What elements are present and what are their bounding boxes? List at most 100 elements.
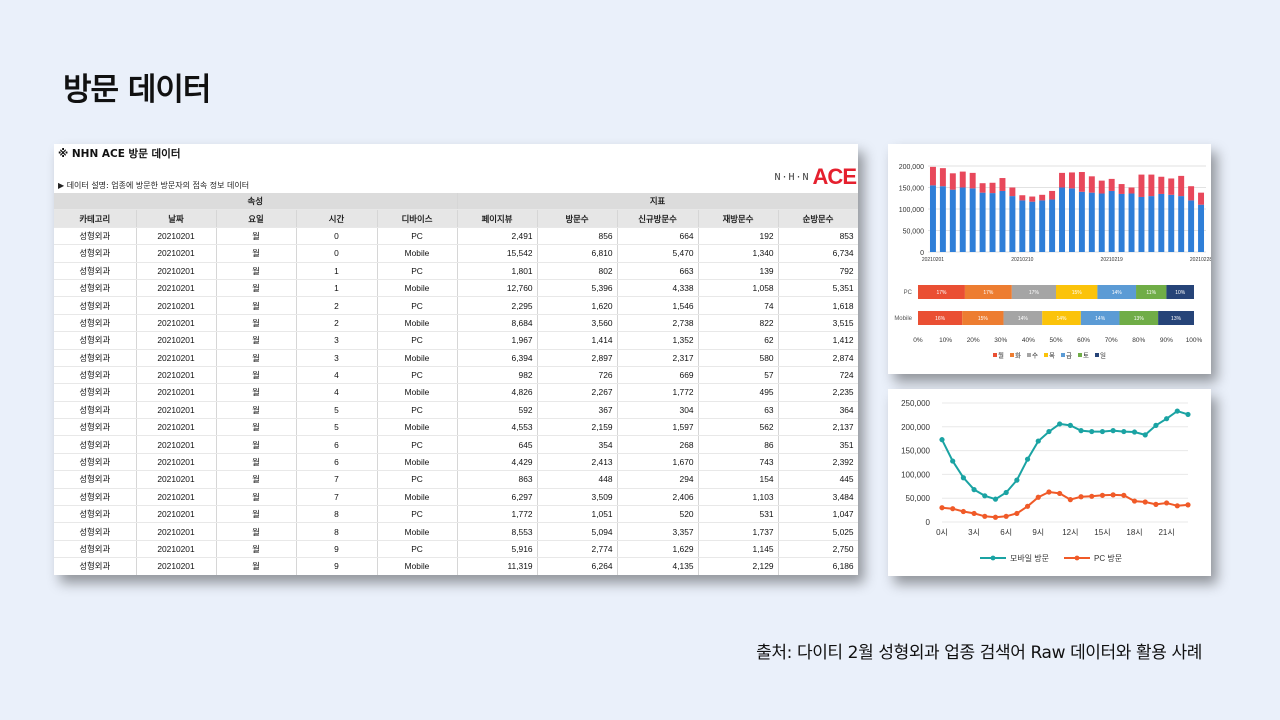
- bar-segment: [1049, 199, 1056, 252]
- y-tick-label: 200,000: [899, 164, 924, 171]
- bar-segment: [949, 173, 956, 190]
- data-point: [1003, 489, 1009, 496]
- legend-marker: [1074, 555, 1080, 561]
- table-cell: 86: [698, 435, 779, 454]
- column-header: 시간: [296, 209, 378, 228]
- data-point: [1121, 428, 1127, 435]
- data-point: [1067, 497, 1073, 503]
- table-cell: 724: [778, 366, 858, 385]
- table-cell: 월: [216, 470, 297, 489]
- table-cell: 월: [216, 557, 297, 575]
- data-point: [1164, 416, 1170, 422]
- table-cell: 669: [617, 366, 699, 385]
- table-cell: 8,553: [457, 522, 538, 541]
- data-point: [1078, 494, 1084, 500]
- segment-label: 13%: [1134, 316, 1145, 322]
- x-tick-label: 90%: [1160, 337, 1173, 344]
- legend-swatch: [1027, 353, 1031, 357]
- x-tick-label: 0시: [936, 528, 948, 537]
- table-cell: 20210201: [136, 522, 217, 541]
- table-cell: 1,414: [537, 331, 618, 350]
- bar-segment: [1148, 174, 1155, 197]
- table-cell: 성형외과: [54, 435, 137, 454]
- table-cell: 3: [296, 331, 378, 350]
- table-cell: 1,145: [698, 540, 779, 559]
- y-tick-label: 50,000: [903, 229, 925, 236]
- table-cell: 성형외과: [54, 331, 137, 350]
- table-body: 성형외과 20210201 월 0 PC 2,491 856 664 192 853 성형외과 202…: [54, 227, 858, 575]
- bar-segment: [1059, 172, 1066, 188]
- table-cell: 645: [457, 435, 538, 454]
- table-cell: 20210201: [136, 314, 217, 333]
- data-point: [1174, 408, 1180, 414]
- table-cell: 월: [216, 314, 297, 333]
- column-header: 재방문수: [698, 209, 779, 228]
- table-cell: 20210201: [136, 349, 217, 367]
- source-caption: 출처: 다이티 2월 성형외과 업종 검색어 Raw 데이터와 활용 사례: [756, 643, 1202, 663]
- table-cell: 1,618: [778, 296, 858, 315]
- bar-segment: [1158, 193, 1165, 252]
- table-row: 성형외과 20210201 월 9 PC 5,916 2,774 1,629 1,145 2,75…: [54, 540, 858, 559]
- table-cell: 294: [617, 470, 699, 489]
- table-cell: 3,515: [778, 314, 858, 333]
- y-tick-label: 100,000: [901, 470, 930, 479]
- y-tick-label: 150,000: [899, 186, 924, 193]
- table-cell: 3,357: [617, 522, 699, 541]
- table-row: 성형외과 20210201 월 1 Mobile 12,760 5,396 4,338 1,05…: [54, 279, 858, 298]
- bar-segment: [1049, 190, 1056, 200]
- table-cell: 성형외과: [54, 244, 137, 263]
- table-cell: 495: [698, 383, 779, 402]
- table-cell: 2,317: [617, 349, 699, 367]
- bar-segment: [1128, 193, 1135, 252]
- y-tick-label: 100,000: [899, 207, 924, 214]
- table-cell: 0: [296, 244, 378, 263]
- x-tick-label: 3시: [968, 528, 980, 537]
- y-tick-label: 0: [926, 518, 931, 527]
- table-cell: 7: [296, 470, 378, 489]
- table-row: 성형외과 20210201 월 2 PC 2,295 1,620 1,546 74 1,618: [54, 296, 858, 315]
- table-cell: 6,810: [537, 244, 618, 263]
- x-tick-label: 15시: [1094, 528, 1110, 537]
- data-point: [939, 437, 945, 443]
- x-tick-label: 21시: [1158, 528, 1174, 537]
- legend-label: 수: [1032, 352, 1038, 360]
- legend-label: 금: [1066, 352, 1072, 360]
- bar-segment: [1098, 193, 1105, 252]
- table-cell: 1,103: [698, 488, 779, 507]
- bar-segment: [969, 172, 976, 189]
- table-cell: 1,047: [778, 505, 858, 524]
- daily-visits-chart-panel: 0 50,000 100,000 150,000 200,000 20210201 2021…: [888, 144, 1211, 374]
- data-point: [982, 493, 988, 499]
- bar-segment: [1088, 176, 1095, 193]
- table-cell: 2,874: [778, 349, 858, 367]
- logo-ace-text: ACE: [812, 164, 857, 189]
- table-cell: 8,684: [457, 314, 538, 333]
- bar-segment: [1198, 192, 1205, 205]
- table-cell: 2,392: [778, 453, 858, 472]
- table-cell: 월: [216, 279, 297, 298]
- y-tick-label: 0: [920, 250, 924, 257]
- legend-swatch: [1095, 353, 1099, 357]
- legend-label: 일: [1100, 351, 1106, 360]
- series-line: [941, 409, 1189, 501]
- bar-segment: [1168, 178, 1175, 195]
- bar-segment: [979, 183, 986, 193]
- table-cell: 월: [216, 522, 297, 541]
- table-cell: 5,916: [457, 540, 538, 559]
- visit-data-table: 속성 지표 카테고리 날짜 요일 시간 디바이스 페이지뷰 방문수 신규방문수 재방문수 순방문수…: [54, 193, 858, 575]
- table-cell: 4: [296, 383, 378, 402]
- legend-swatch: [1010, 353, 1014, 357]
- bar-segment: [1088, 192, 1095, 252]
- table-cell: 304: [617, 401, 699, 420]
- x-tick-label: 40%: [1022, 337, 1035, 344]
- data-point: [1153, 422, 1159, 428]
- data-point: [1024, 503, 1031, 509]
- table-cell: 4: [296, 366, 378, 385]
- table-cell: 367: [537, 401, 618, 420]
- table-row: 성형외과 20210201 월 0 Mobile 15,542 6,810 5,470 1,34…: [54, 244, 858, 263]
- table-cell: 4,338: [617, 279, 699, 298]
- table-cell: 863: [457, 470, 538, 489]
- table-cell: 1,051: [537, 505, 618, 524]
- table-cell: 성형외과: [54, 522, 137, 541]
- legend-marker: [990, 555, 996, 561]
